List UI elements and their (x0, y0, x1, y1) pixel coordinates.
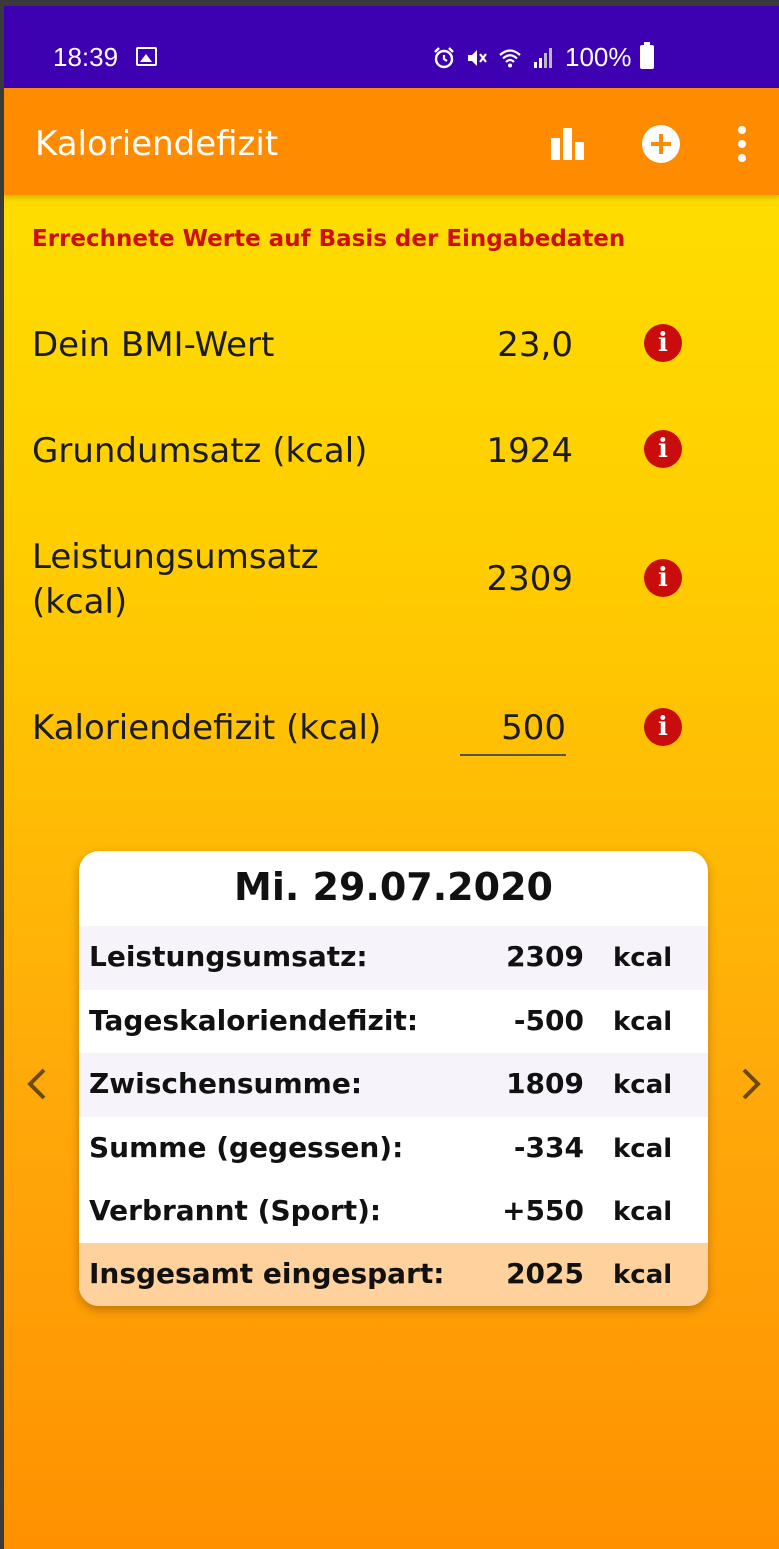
row-label: Leistungsumsatz: (89, 940, 368, 973)
chevron-left-icon[interactable] (20, 1064, 56, 1104)
grundumsatz-value: 1924 (486, 431, 573, 471)
status-icons (432, 44, 555, 72)
info-icon: i (658, 563, 668, 593)
app-title: Kaloriendefizit (35, 124, 279, 164)
add-circle-icon[interactable] (639, 122, 683, 166)
row-value: +550 (502, 1194, 584, 1227)
bmi-value: 23,0 (497, 325, 573, 365)
wifi-icon (499, 49, 521, 68)
alarm-icon (434, 47, 454, 69)
signal-icon (534, 48, 552, 68)
row-unit: kcal (613, 1007, 673, 1037)
row-value: -334 (513, 1131, 584, 1164)
row-value: -500 (513, 1004, 584, 1037)
card-row-leistungsumsatz: Leistungsumsatz: 2309 kcal (79, 926, 708, 990)
info-icon: i (658, 328, 668, 358)
bar-chart-icon[interactable] (547, 122, 591, 166)
more-vert-icon[interactable] (722, 122, 766, 166)
row-label: Tageskaloriendefizit: (89, 1004, 419, 1037)
card-row-verbrannt-sport: Verbrannt (Sport): +550 kcal (79, 1180, 708, 1244)
leistungsumsatz-info-button[interactable]: i (644, 559, 682, 597)
row-label: Insgesamt eingespart: (89, 1257, 445, 1290)
card-row-zwischensumme: Zwischensumme: 1809 kcal (79, 1053, 708, 1117)
grundumsatz-label: Grundumsatz (kcal) (32, 431, 368, 471)
row-label: Summe (gegessen): (89, 1131, 404, 1164)
row-unit: kcal (613, 1134, 673, 1164)
section-title: Errechnete Werte auf Basis der Eingabeda… (32, 226, 626, 252)
mute-icon (468, 50, 487, 66)
status-bar: 18:39 100% (4, 6, 779, 88)
row-unit: kcal (613, 1197, 673, 1227)
row-label: Verbrannt (Sport): (89, 1194, 382, 1227)
app-screen: 18:39 100% Kaloriendefizit Errechnete We… (4, 6, 779, 1549)
info-icon: i (658, 434, 668, 464)
card-row-summe-gegessen: Summe (gegessen): -334 kcal (79, 1117, 708, 1181)
grundumsatz-info-button[interactable]: i (644, 430, 682, 468)
status-time: 18:39 (53, 42, 119, 72)
card-date: Mi. 29.07.2020 (234, 865, 553, 909)
row-unit: kcal (613, 1260, 673, 1290)
bmi-label: Dein BMI-Wert (32, 325, 275, 365)
info-icon: i (658, 712, 668, 742)
leistungsumsatz-label-line1: Leistungsumsatz (32, 537, 319, 577)
kaloriendefizit-info-button[interactable]: i (644, 708, 682, 746)
row-value: 2309 (506, 940, 584, 973)
row-unit: kcal (613, 1070, 673, 1100)
gallery-icon (136, 47, 157, 66)
kaloriendefizit-input[interactable] (460, 702, 566, 756)
card-row-insgesamt-eingespart: Insgesamt eingespart: 2025 kcal (79, 1243, 708, 1306)
battery-icon (640, 42, 654, 69)
kaloriendefizit-label: Kaloriendefizit (kcal) (32, 708, 382, 748)
row-value: 1809 (506, 1067, 584, 1100)
leistungsumsatz-value: 2309 (486, 559, 573, 599)
row-value: 2025 (506, 1257, 584, 1290)
leistungsumsatz-label-line2: (kcal) (32, 582, 128, 622)
daily-summary-card: Mi. 29.07.2020 Leistungsumsatz: 2309 kca… (79, 851, 708, 1306)
app-bar: Kaloriendefizit (4, 88, 779, 195)
chevron-right-icon[interactable] (732, 1064, 768, 1104)
bmi-info-button[interactable]: i (644, 324, 682, 362)
card-row-tageskaloriendefizit: Tageskaloriendefizit: -500 kcal (79, 990, 708, 1054)
battery-percent: 100% (565, 42, 632, 72)
row-label: Zwischensumme: (89, 1067, 363, 1100)
row-unit: kcal (613, 943, 673, 973)
